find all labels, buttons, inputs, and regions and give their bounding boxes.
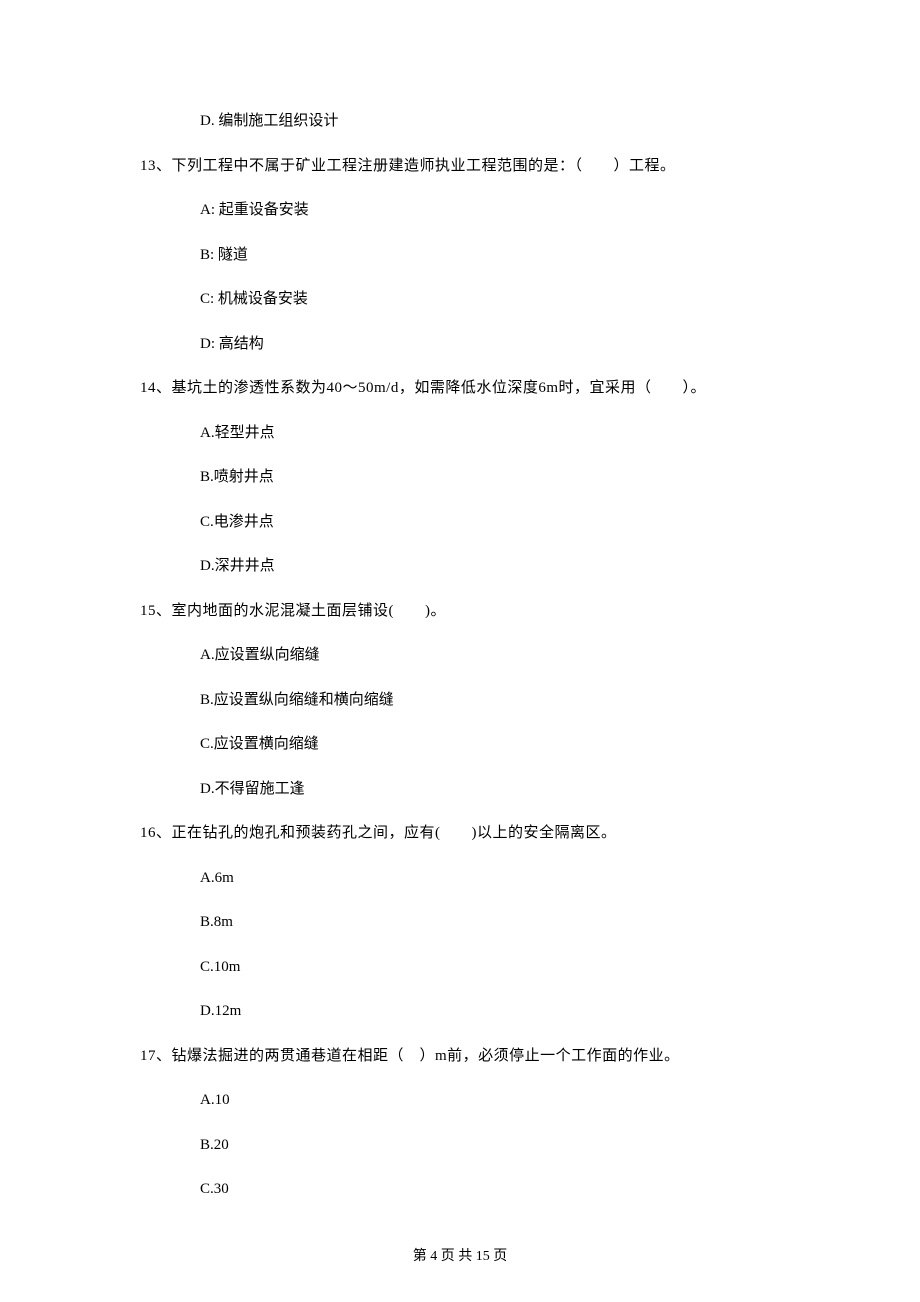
q17-option-b: B.20	[140, 1134, 780, 1157]
q12-option-d: D. 编制施工组织设计	[140, 110, 780, 133]
q13-option-d: D: 高结构	[140, 333, 780, 356]
q17-option-c: C.30	[140, 1178, 780, 1201]
page-footer: 第 4 页 共 15 页	[0, 1246, 920, 1267]
q13-option-a: A: 起重设备安装	[140, 199, 780, 222]
q15-option-d: D.不得留施工逢	[140, 778, 780, 801]
q16-option-c: C.10m	[140, 956, 780, 979]
q16-option-b: B.8m	[140, 911, 780, 934]
q14-option-a: A.轻型井点	[140, 422, 780, 445]
q14-option-c: C.电渗井点	[140, 511, 780, 534]
page-container: D. 编制施工组织设计 13、下列工程中不属于矿业工程注册建造师执业工程范围的是…	[0, 0, 920, 1302]
q14-option-b: B.喷射井点	[140, 466, 780, 489]
q17-stem: 17、钻爆法掘进的两贯通巷道在相距（ ）m前，必须停止一个工作面的作业。	[140, 1045, 780, 1068]
q13-option-c: C: 机械设备安装	[140, 288, 780, 311]
q13-stem: 13、下列工程中不属于矿业工程注册建造师执业工程范围的是：（ ）工程。	[140, 155, 780, 178]
q14-option-d: D.深井井点	[140, 555, 780, 578]
q15-option-c: C.应设置横向缩缝	[140, 733, 780, 756]
q13-option-b: B: 隧道	[140, 244, 780, 267]
q15-stem: 15、室内地面的水泥混凝土面层铺设( )。	[140, 600, 780, 623]
q14-stem: 14、基坑土的渗透性系数为40～50m/d，如需降低水位深度6m时，宜采用（ ）…	[140, 377, 780, 400]
q16-option-d: D.12m	[140, 1000, 780, 1023]
q16-option-a: A.6m	[140, 867, 780, 890]
q16-stem: 16、正在钻孔的炮孔和预装药孔之间，应有( )以上的安全隔离区。	[140, 822, 780, 845]
q15-option-b: B.应设置纵向缩缝和横向缩缝	[140, 689, 780, 712]
q17-option-a: A.10	[140, 1089, 780, 1112]
q15-option-a: A.应设置纵向缩缝	[140, 644, 780, 667]
